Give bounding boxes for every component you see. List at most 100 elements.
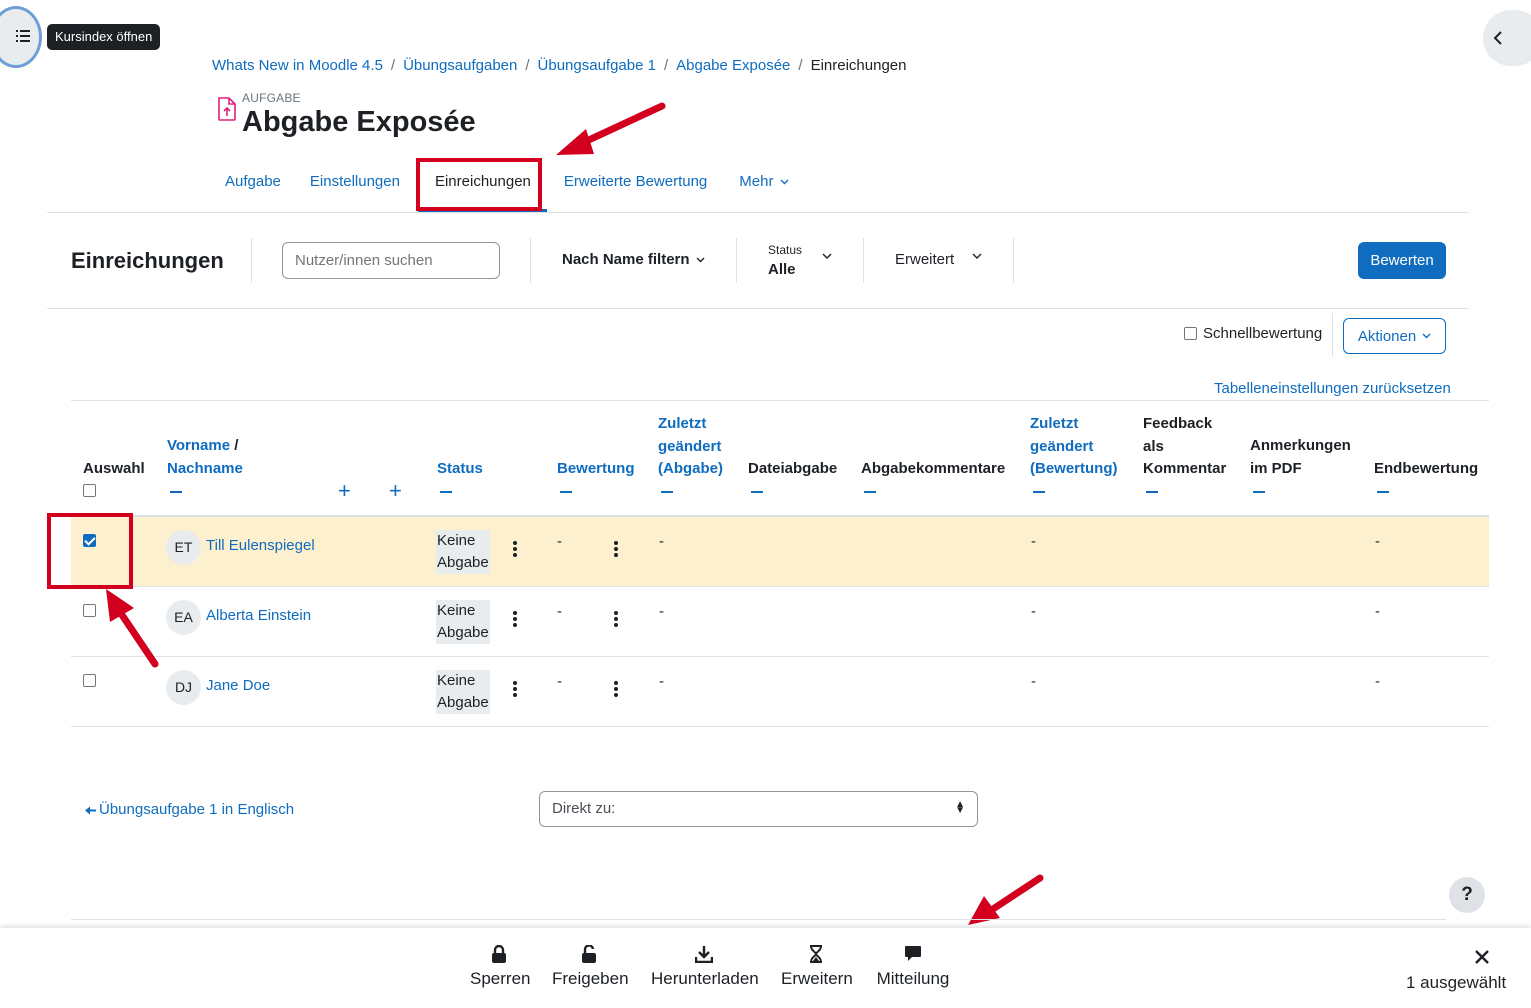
modified-grade-value: - (1031, 603, 1036, 620)
select-all-checkbox[interactable] (83, 484, 96, 497)
select-arrows-icon: ▲ ▼ (955, 799, 965, 816)
tab-mehr[interactable]: Mehr (739, 160, 804, 212)
collapse-column-icon[interactable] (1377, 491, 1389, 493)
lock-label: Sperren (470, 969, 531, 988)
col-header-status[interactable]: Status (437, 458, 483, 481)
status-line1: Keine (437, 532, 476, 549)
status-line2: Abgabe (437, 694, 489, 711)
table-row: EA Alberta Einstein Keine Abgabe - - - - (71, 587, 1489, 657)
hourglass-icon (810, 945, 822, 963)
grade-button[interactable]: Bewerten (1358, 242, 1446, 279)
chevron-down-icon (1422, 333, 1431, 339)
selected-count: 1 ausgewählt (1406, 973, 1507, 992)
lock-icon (492, 945, 506, 963)
annotation-arrow (106, 589, 159, 668)
download-button[interactable]: Herunterladen (651, 928, 759, 1008)
help-button[interactable]: ? (1449, 877, 1485, 913)
unlock-icon (582, 945, 596, 963)
quick-grading-checkbox[interactable] (1184, 327, 1197, 340)
collapse-column-icon[interactable] (1033, 491, 1045, 493)
breadcrumb-separator: / (798, 57, 803, 74)
row-select-checkbox[interactable] (83, 604, 96, 617)
close-icon[interactable] (1475, 950, 1489, 964)
col-header-feedback-line3: Kommentar (1143, 460, 1227, 477)
previous-activity-label: Übungsaufgabe 1 in Englisch (99, 801, 295, 818)
kebab-menu-icon[interactable] (614, 541, 618, 559)
col-header-name[interactable]: Vorname / Nachname (167, 435, 243, 480)
user-search-input[interactable] (282, 242, 500, 279)
advanced-filter-label[interactable]: Erweitert (895, 251, 954, 268)
table-row: ET Till Eulenspiegel Keine Abgabe - - - - (71, 517, 1489, 587)
breadcrumb-section[interactable]: Übungsaufgaben (403, 57, 517, 74)
col-header-modified-submission[interactable]: Zuletzt geändert (Abgabe) (658, 413, 723, 481)
collapse-column-icon[interactable] (170, 491, 182, 493)
message-label: Mitteilung (876, 969, 950, 988)
modified-grade-value: - (1031, 533, 1036, 550)
breadcrumb-course[interactable]: Whats New in Moodle 4.5 (212, 57, 383, 74)
block-drawer-toggle[interactable] (1483, 10, 1531, 66)
row-select-checkbox[interactable] (83, 674, 96, 687)
collapse-column-icon[interactable] (864, 491, 876, 493)
breadcrumb-separator: / (390, 57, 396, 74)
col-header-lastname[interactable]: Nachname (167, 460, 243, 477)
col-header-grade[interactable]: Bewertung (557, 458, 635, 481)
col-header-modified-grade[interactable]: Zuletzt geändert (Bewertung) (1030, 413, 1118, 481)
reset-table-link[interactable]: Tabelleneinstellungen zurücksetzen (1214, 380, 1451, 397)
table-row: DJ Jane Doe Keine Abgabe - - - - (71, 657, 1489, 727)
status-filter-value[interactable]: Alle (768, 261, 796, 278)
expand-column-icon[interactable]: + (389, 480, 402, 502)
name-filter-dropdown[interactable]: Nach Name filtern (562, 251, 705, 268)
breadcrumb-assignment[interactable]: Abgabe Exposée (676, 57, 790, 74)
download-icon (695, 946, 713, 963)
collapse-column-icon[interactable] (1253, 491, 1265, 493)
extend-button[interactable]: Erweitern (781, 928, 853, 1008)
kebab-menu-icon[interactable] (513, 611, 517, 629)
previous-activity-link[interactable]: Übungsaufgabe 1 in Englisch (85, 801, 294, 818)
activity-type-label: AUFGABE (242, 91, 301, 105)
kebab-menu-icon[interactable] (614, 681, 618, 699)
collapse-column-icon[interactable] (560, 491, 572, 493)
modified-submission-value: - (659, 533, 664, 550)
chevron-down-icon (696, 257, 705, 263)
kebab-menu-icon[interactable] (513, 541, 517, 559)
tab-aufgabe[interactable]: Aufgabe (212, 160, 297, 212)
expand-column-icon[interactable]: + (338, 480, 351, 502)
lock-button[interactable]: Sperren (470, 928, 531, 1008)
message-button[interactable]: Mitteilung (874, 928, 952, 1008)
collapse-column-icon[interactable] (1146, 491, 1158, 493)
user-name-link[interactable]: Alberta Einstein (206, 607, 311, 624)
quick-grading-label: Schnellbewertung (1203, 325, 1323, 342)
user-name-link[interactable]: Jane Doe (206, 677, 270, 694)
final-grade-value: - (1375, 533, 1380, 550)
tab-erweiterte-bewertung[interactable]: Erweiterte Bewertung (547, 160, 739, 212)
bulk-actions-bar: Sperren Freigeben Herunterladen Erweiter… (0, 928, 1531, 1008)
collapse-column-icon[interactable] (751, 491, 763, 493)
grade-value: - (557, 603, 562, 620)
status-line1: Keine (437, 672, 476, 689)
status-badge: Keine Abgabe (436, 530, 490, 574)
breadcrumb-current: Einreichungen (810, 57, 907, 74)
kebab-menu-icon[interactable] (513, 681, 517, 699)
status-badge: Keine Abgabe (436, 670, 490, 714)
actions-dropdown-button[interactable]: Aktionen (1343, 318, 1446, 354)
user-name-link[interactable]: Till Eulenspiegel (206, 537, 315, 554)
unlock-button[interactable]: Freigeben (552, 928, 629, 1008)
kebab-menu-icon[interactable] (614, 611, 618, 629)
unlock-label: Freigeben (552, 969, 629, 988)
chevron-down-icon[interactable] (972, 253, 982, 260)
tab-einstellungen[interactable]: Einstellungen (297, 160, 416, 212)
jump-to-select[interactable]: Direkt zu: ▲ ▼ (539, 791, 978, 827)
quick-grading-toggle[interactable]: Schnellbewertung (1184, 325, 1322, 342)
col-header-modified-grade-line3: (Bewertung) (1030, 460, 1118, 477)
annotation-highlight-checkbox (47, 513, 133, 589)
divider (863, 238, 864, 283)
col-header-annotations-line2: im PDF (1250, 459, 1302, 477)
collapse-column-icon[interactable] (661, 491, 673, 493)
status-line2: Abgabe (437, 554, 489, 571)
collapse-column-icon[interactable] (440, 491, 452, 493)
actions-button-label: Aktionen (1357, 327, 1417, 345)
col-header-firstname[interactable]: Vorname (167, 437, 230, 454)
course-index-toggle[interactable] (0, 6, 42, 68)
breadcrumb-subsection[interactable]: Übungsaufgabe 1 (538, 57, 656, 74)
chevron-down-icon[interactable] (822, 253, 832, 260)
